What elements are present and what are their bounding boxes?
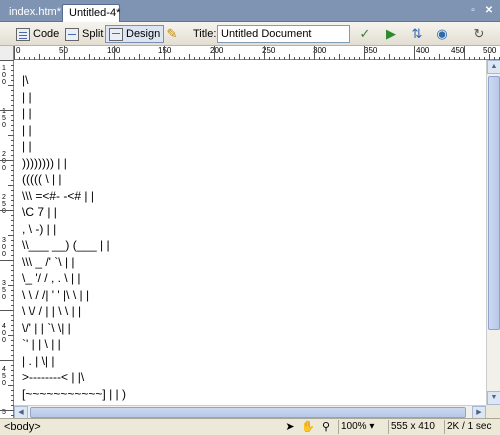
design-view-label: Design xyxy=(126,28,161,40)
document-text: |\ | | | | | | | | )))))))) | | ((((( \ … xyxy=(22,72,126,402)
ruler-label: 350 xyxy=(364,46,378,55)
ruler-tick xyxy=(164,46,165,60)
text-line: | | xyxy=(22,106,32,120)
vertical-scroll-thumb[interactable] xyxy=(488,76,500,330)
split-view-label: Split xyxy=(82,28,104,40)
horizontal-scrollbar[interactable]: ◀ ▶ xyxy=(14,405,486,419)
zoom-select[interactable]: 100% ▾ xyxy=(338,420,388,434)
text-line: | | xyxy=(22,122,32,137)
vertical-scrollbar[interactable]: ▲ ▼ xyxy=(486,60,500,405)
ruler-tick xyxy=(0,60,14,61)
code-view-label: Code xyxy=(33,28,60,40)
text-line: )))))))) | | xyxy=(22,155,67,170)
text-line: \C 7 | | xyxy=(22,205,57,219)
text-line: \ \ / /| ' ' |\ \ | | xyxy=(22,287,90,302)
globe-icon[interactable]: ◉ xyxy=(433,26,451,42)
scroll-down-icon[interactable]: ▼ xyxy=(487,391,500,405)
file-management-icon[interactable]: ⇅ xyxy=(408,26,426,42)
ruler-tick xyxy=(364,46,365,60)
split-view-button[interactable]: Split xyxy=(61,25,107,43)
restore-window-icon[interactable]: ▫ xyxy=(467,5,479,17)
ruler-label: 200 xyxy=(210,46,224,55)
ruler-tick xyxy=(0,160,14,161)
title-label: Title: xyxy=(193,28,217,40)
ruler-tick xyxy=(114,46,115,60)
ruler-tick xyxy=(314,46,315,60)
dreamweaver-window: index.htm* Untitled-4* ▫ ✕ Code Split De… xyxy=(0,0,500,435)
text-line: \\___ __) (___ | | xyxy=(22,238,110,252)
zoom-value: 100% xyxy=(341,421,367,432)
ruler-tick xyxy=(0,260,14,261)
refresh-design-view-icon[interactable]: ↻ xyxy=(470,26,488,42)
text-line: | . | \| | xyxy=(22,353,55,368)
ruler-tick xyxy=(414,46,415,60)
ruler-label: 1 5 0 xyxy=(2,108,6,129)
text-line: | | xyxy=(22,89,32,104)
scroll-corner xyxy=(486,405,500,418)
text-line: >--------< | |\ xyxy=(22,370,85,384)
ruler-tick xyxy=(214,46,215,60)
ruler-label: 450 xyxy=(451,46,465,55)
text-line: , \ -) | | xyxy=(22,221,57,236)
code-view-button[interactable]: Code xyxy=(12,25,63,43)
ruler-label: 1 0 0 xyxy=(2,65,6,86)
text-line: \_ '/ / , . \ | | xyxy=(22,271,81,285)
design-canvas[interactable]: |\ | | | | | | | | )))))))) | | ((((( \ … xyxy=(14,60,486,405)
ruler-tick xyxy=(0,210,14,211)
design-view-button[interactable]: Design xyxy=(105,25,165,43)
text-line: | | xyxy=(22,139,32,153)
ruler-label: 2 5 0 xyxy=(2,194,6,215)
download-time: 2K / 1 sec xyxy=(444,420,500,434)
text-line: [~~~~~~~~~~~] | | ) xyxy=(22,386,126,401)
window-size-value: 555 x 410 xyxy=(391,421,435,432)
ruler-tick xyxy=(0,310,14,311)
hand-tool-icon[interactable]: ✋ xyxy=(300,420,316,434)
design-view-icon xyxy=(109,27,123,41)
text-line: \\\ =<#- -<# | | xyxy=(22,188,94,203)
tab-untitled-4[interactable]: Untitled-4* xyxy=(62,4,120,22)
text-line: \/' | | `\ \| | xyxy=(22,320,71,335)
text-line: \\\ _ /' `\ | | xyxy=(22,254,75,269)
preview-in-browser-icon[interactable]: ▶ xyxy=(382,26,400,42)
ruler-label: 300 xyxy=(313,46,327,55)
zoom-tool-icon[interactable]: ⚲ xyxy=(318,420,334,434)
document-tab-bar: index.htm* Untitled-4* ▫ ✕ xyxy=(0,0,500,22)
ruler-label: 0 xyxy=(16,46,21,55)
scroll-up-icon[interactable]: ▲ xyxy=(487,60,500,74)
ruler-label: 2 0 0 xyxy=(2,151,6,172)
ruler-label: 3 0 0 xyxy=(2,237,6,258)
ruler-tick xyxy=(14,46,15,60)
ruler-tick xyxy=(464,46,465,60)
ruler-tick xyxy=(0,110,14,111)
select-tool-icon[interactable]: ➤ xyxy=(282,420,298,434)
live-data-icon[interactable]: ✎ xyxy=(163,26,181,42)
ruler-tick xyxy=(64,46,65,60)
ruler-tick xyxy=(0,360,14,361)
ruler-label: 4 0 0 xyxy=(2,323,6,344)
tab-index-htm[interactable]: index.htm* xyxy=(3,4,63,22)
code-view-icon xyxy=(16,27,30,41)
close-document-icon[interactable]: ✕ xyxy=(483,5,495,17)
vertical-ruler: 1 0 0 1 5 0 2 0 0 2 5 0 3 0 0 3 5 0 4 0 … xyxy=(0,60,14,418)
text-line: |\ xyxy=(22,73,29,87)
document-toolbar: Code Split Design ✎ Title: ✓ ▶ ⇅ ◉ ↻ xyxy=(0,22,500,46)
ruler-label: 3 5 0 xyxy=(2,280,6,301)
horizontal-scroll-thumb[interactable] xyxy=(30,407,466,418)
tag-selector[interactable]: <body> xyxy=(4,421,41,433)
check-browser-compat-icon[interactable]: ✓ xyxy=(356,26,374,42)
document-title-input[interactable] xyxy=(217,25,350,43)
split-view-icon xyxy=(65,27,79,41)
text-line: \ \/ / | | \ \ | | xyxy=(22,304,82,318)
horizontal-ruler: 0 50 100 150 200 250 300 350 400 450 500 xyxy=(0,46,500,60)
text-line: `' | | \ | | xyxy=(22,337,61,351)
window-size-select[interactable]: 555 x 410 ▾ xyxy=(388,420,444,435)
status-bar: <body> ➤ ✋ ⚲ 100% ▾ 555 x 410 ▾ 2K / 1 s… xyxy=(0,418,500,435)
ruler-tick xyxy=(0,410,14,411)
ruler-tick xyxy=(264,46,265,60)
ruler-origin[interactable] xyxy=(0,46,14,60)
ruler-label: 400 xyxy=(416,46,430,55)
text-line: ((((( \ | | xyxy=(22,172,62,186)
ruler-label: 4 5 0 xyxy=(2,366,6,387)
